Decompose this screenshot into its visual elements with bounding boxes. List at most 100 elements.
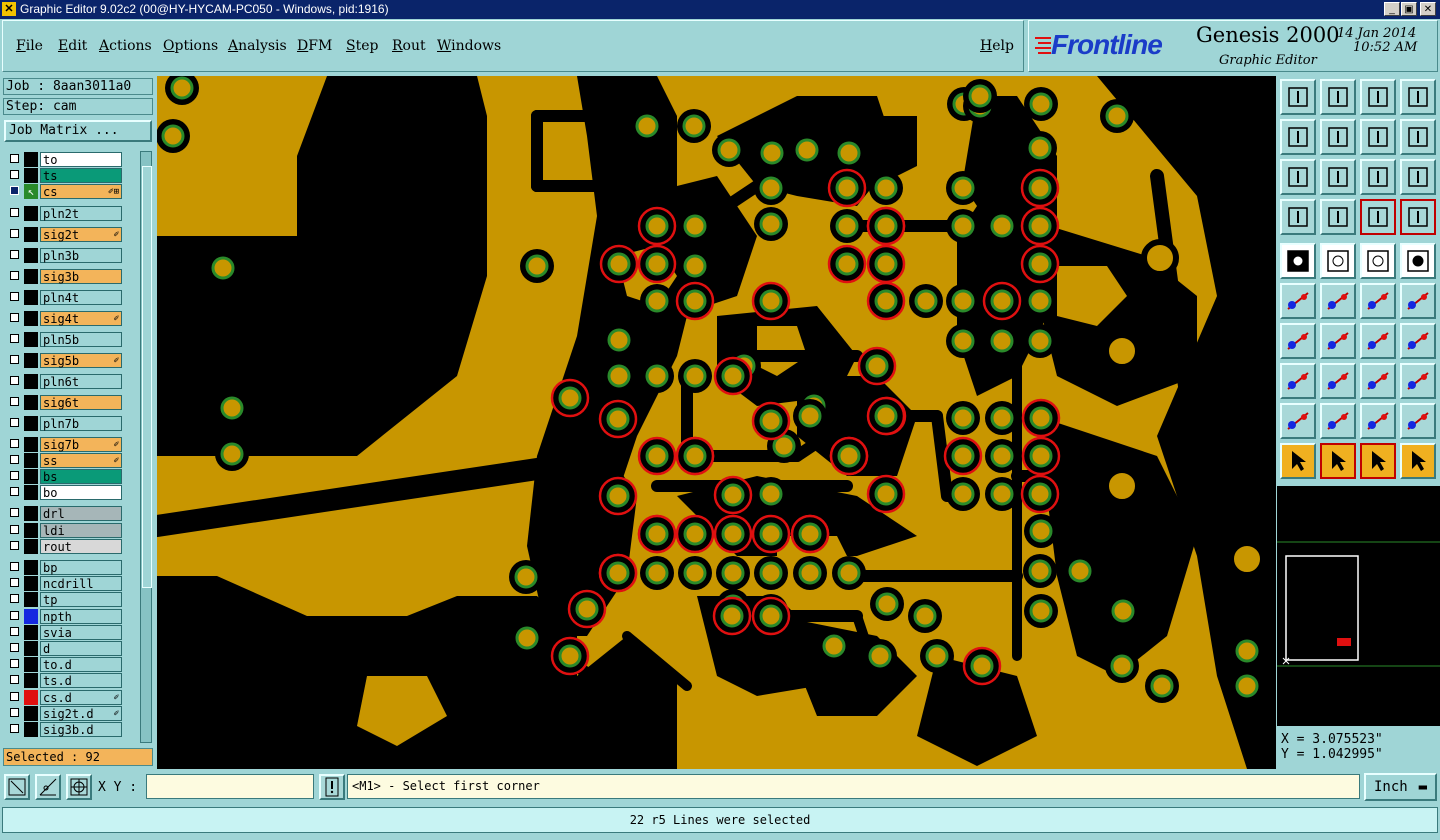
layer-name[interactable]: pln2t [40, 205, 122, 221]
selected-via[interactable] [675, 514, 715, 554]
layer-checkbox[interactable] [10, 333, 19, 343]
layer-checkbox[interactable] [10, 471, 19, 480]
via-pad[interactable] [946, 171, 980, 205]
selected-via[interactable] [866, 396, 906, 436]
via-pad[interactable] [754, 207, 788, 241]
selected-via[interactable] [1021, 436, 1061, 476]
layer-row-ldi[interactable]: ldi [4, 522, 138, 538]
via-pad[interactable] [678, 359, 712, 393]
layer-row-sig2t[interactable]: sig2t ✐ [4, 226, 138, 242]
via-pad[interactable] [678, 249, 712, 283]
layer-name[interactable]: bs [40, 469, 122, 484]
selected-via[interactable] [827, 168, 867, 208]
via-pad[interactable] [1024, 514, 1058, 548]
layer-name[interactable]: cs.d ✐ [40, 689, 122, 705]
selected-via[interactable] [598, 399, 638, 439]
via-pad[interactable] [985, 401, 1019, 435]
via-pad[interactable] [165, 76, 199, 105]
selected-via[interactable] [866, 474, 906, 514]
netlist-compare-icon[interactable] [1400, 199, 1436, 235]
layer-checkbox[interactable] [10, 291, 19, 301]
selected-via[interactable] [567, 589, 607, 629]
layer-name[interactable]: to.d [40, 657, 122, 673]
selected-via[interactable] [982, 281, 1022, 321]
triangle-arc-icon[interactable] [1360, 403, 1396, 439]
layer-name[interactable]: pln5b [40, 331, 122, 347]
via-pad[interactable] [863, 639, 897, 673]
move-down-icon[interactable] [1320, 79, 1356, 115]
selected-via[interactable] [962, 646, 1002, 686]
via-pad[interactable] [640, 359, 674, 393]
selected-via[interactable] [866, 281, 906, 321]
large-pad[interactable] [1103, 467, 1141, 505]
layer-checkbox[interactable] [10, 610, 19, 620]
via-pad[interactable] [870, 587, 904, 621]
split-view-icon[interactable] [1400, 79, 1436, 115]
zoom-1to1-icon[interactable] [1360, 159, 1396, 195]
dimension-icon[interactable] [1360, 363, 1396, 399]
via-pad[interactable] [678, 556, 712, 590]
menu-rout[interactable]: Rout [392, 38, 426, 54]
via-pad[interactable] [946, 284, 980, 318]
layer-row-sig2t.d[interactable]: sig2t.d ✐ [4, 705, 138, 721]
layer-name[interactable]: ss ✐ [40, 452, 122, 468]
layer-checkbox[interactable] [10, 249, 19, 259]
layer-row-sig7b[interactable]: sig7b ✐ [4, 436, 138, 452]
layer-checkbox[interactable] [10, 508, 19, 518]
menu-help[interactable]: Help [980, 38, 1014, 54]
layer-name[interactable]: pln6t [40, 373, 122, 389]
swap-icon[interactable] [1400, 119, 1436, 155]
layer-checkbox[interactable] [10, 724, 19, 733]
selected-via[interactable] [827, 244, 867, 284]
layer-name[interactable]: bp [40, 560, 122, 575]
layer-name[interactable]: sig4t ✐ [40, 310, 122, 326]
selected-via[interactable] [598, 476, 638, 516]
layer-name[interactable]: sig3b [40, 268, 122, 284]
via-pad[interactable] [509, 560, 543, 594]
layer-checkbox[interactable] [10, 707, 19, 717]
node-link-icon[interactable] [1280, 283, 1316, 319]
selected-via[interactable] [712, 596, 752, 636]
cross-select-icon[interactable] [1320, 283, 1356, 319]
via-pad[interactable] [869, 171, 903, 205]
select-arrow-icon[interactable] [1360, 443, 1396, 479]
via-pad[interactable] [1106, 594, 1140, 628]
layer-checkbox[interactable] [10, 594, 19, 604]
zoom-fit-icon[interactable] [1280, 159, 1316, 195]
layer-checkbox[interactable] [10, 540, 19, 550]
via-pad[interactable] [677, 109, 711, 143]
snap-icon[interactable] [35, 774, 61, 800]
selected-via[interactable] [829, 436, 869, 476]
probe-icon[interactable] [1320, 199, 1356, 235]
layer-checkbox[interactable] [10, 396, 19, 406]
angle-icon[interactable] [1280, 323, 1316, 359]
zoom-center-icon[interactable] [1320, 159, 1356, 195]
layer-checkbox[interactable] [10, 454, 19, 464]
layer-checkbox[interactable] [10, 562, 19, 571]
layer-row-bo[interactable]: bo [4, 485, 138, 501]
layer-checkbox[interactable] [10, 170, 19, 180]
layer-name[interactable]: pln3b [40, 247, 122, 263]
layer-checkbox[interactable] [10, 438, 19, 448]
move-up-icon[interactable] [1280, 79, 1316, 115]
camera-icon[interactable] [1280, 243, 1316, 279]
via-pad[interactable] [1024, 87, 1058, 121]
selected-via[interactable] [943, 436, 983, 476]
layer-name[interactable]: pln7b [40, 415, 122, 431]
overview-map[interactable] [1277, 486, 1440, 726]
layer-checkbox[interactable] [10, 524, 19, 534]
home-icon[interactable] [1360, 79, 1396, 115]
via-pad[interactable] [712, 133, 746, 167]
layer-row-sig5b[interactable]: sig5b ✐ [4, 352, 138, 368]
menu-step[interactable]: Step [346, 38, 378, 54]
layer-row-sig6t[interactable]: sig6t [4, 394, 138, 410]
layer-row-sig3b.d[interactable]: sig3b.d [4, 722, 138, 737]
select-net-icon[interactable] [1400, 443, 1436, 479]
via-pad[interactable] [1023, 324, 1057, 358]
layer-name[interactable]: cs ✐⊞ [40, 184, 122, 200]
via-pad[interactable] [1100, 99, 1134, 133]
via-pad[interactable] [754, 171, 788, 205]
via-pad[interactable] [909, 284, 943, 318]
layer-row-pln2t[interactable]: pln2t [4, 205, 138, 221]
selected-via[interactable] [1020, 244, 1060, 284]
